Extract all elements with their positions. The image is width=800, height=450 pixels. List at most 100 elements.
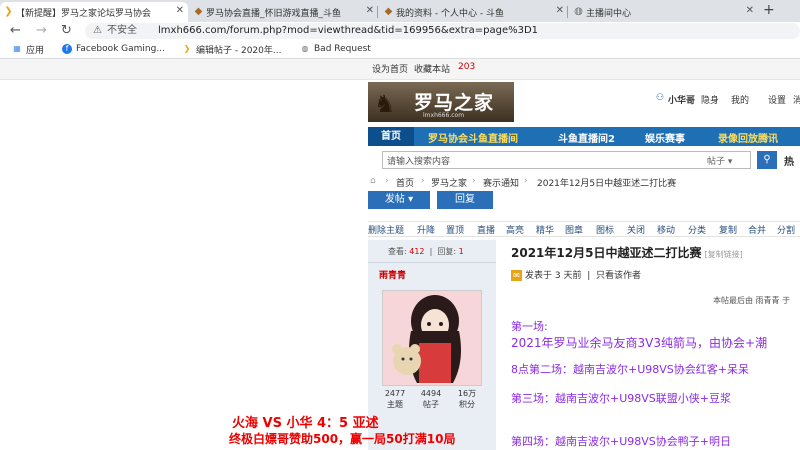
tab-title: 【新提醒】罗马之家论坛罗马协会 (16, 8, 152, 19)
tab-title: 罗马协会直播_怀旧游戏直播_斗鱼 (206, 8, 342, 19)
post-line: 第三场：越南吉波尔+U98VS联盟小侠+豆浆 (511, 392, 731, 405)
breadcrumb-forum[interactable]: 罗马之家 (431, 176, 467, 189)
horse-rider-icon: ♞ (374, 90, 396, 118)
search-input[interactable]: 请输入搜索内容 帖子 ▾ (382, 151, 751, 169)
mod-digest[interactable]: 精华 (536, 223, 554, 236)
address-row: ← → ↻ ⚠ 不安全 lmxh666.com/forum.php?mod=vi… (0, 22, 800, 40)
post-title: 2021年12月5日中越亚述二打比赛 [复制链接] (511, 246, 743, 260)
mod-category[interactable]: 分类 (688, 223, 706, 236)
breadcrumb-home[interactable]: 首页 (396, 176, 414, 189)
search-icon: ⚲ (763, 154, 771, 165)
game-icon: ◆ (194, 6, 203, 17)
stream-sponsor-overlay: 终极白嫖哥赞助500，赢一局50打满10局 (229, 432, 456, 446)
apps-icon: ▦ (13, 44, 21, 53)
post-icon: ✉ (511, 270, 522, 281)
reply-button[interactable]: 回复 (437, 191, 493, 209)
nav-douyu-live-2[interactable]: 斗鱼直播间2 (558, 130, 615, 145)
tab-forum[interactable]: ❯ 【新提醒】罗马之家论坛罗马协会 ✕ (0, 2, 188, 22)
tab-title: 主播间中心 (586, 8, 632, 19)
search-scope-select[interactable]: 帖子 ▾ (707, 154, 732, 167)
favorite-count: 203 (458, 62, 476, 72)
author-stat-topics[interactable]: 2477 主题 (380, 388, 410, 410)
mod-sticky[interactable]: 置顶 (446, 223, 464, 236)
home-icon[interactable]: ⌂ (370, 176, 376, 186)
mod-highlight[interactable]: 高亮 (506, 223, 524, 236)
url-text[interactable]: lmxh666.com/forum.php?mod=viewthread&tid… (158, 23, 538, 39)
hot-searches-label: 热 (784, 157, 794, 168)
mod-close[interactable]: 关闭 (627, 223, 645, 236)
main-nav: 首页 罗马协会斗鱼直播间 斗鱼直播间2 娱乐赛事 录像回放腾讯 (368, 127, 800, 146)
game-icon: ◆ (384, 6, 393, 17)
messages-link[interactable]: 消 (793, 93, 800, 106)
mod-bump[interactable]: 升降 (417, 223, 435, 236)
bookmark-apps[interactable]: ▦ 应用 (12, 40, 44, 58)
author-name[interactable]: 雨青青 (379, 268, 406, 281)
warning-icon[interactable]: ⚠ (93, 23, 102, 39)
nav-replays[interactable]: 录像回放腾讯 (718, 130, 778, 145)
mod-split[interactable]: 分割 (777, 223, 795, 236)
close-icon[interactable]: ✕ (556, 5, 564, 16)
mod-stamp[interactable]: 图章 (565, 223, 583, 236)
bookmark-edit-post[interactable]: ❯ 编辑帖子 - 2020年... (182, 40, 282, 58)
thread-stats: 查看: 412 | 回复: 1 (388, 247, 464, 256)
search-button[interactable]: ⚲ (757, 151, 777, 169)
tab-douyu-live[interactable]: ◆ 罗马协会直播_怀旧游戏直播_斗鱼 ✕ (190, 2, 378, 22)
browser-tab-bar: ❯ 【新提醒】罗马之家论坛罗马协会 ✕ ◆ 罗马协会直播_怀旧游戏直播_斗鱼 ✕… (0, 0, 800, 22)
bookmark-facebook-gaming[interactable]: f Facebook Gaming... (62, 40, 165, 58)
new-tab-button[interactable]: + (763, 2, 775, 18)
security-label[interactable]: 不安全 (107, 23, 137, 39)
close-icon[interactable]: ✕ (176, 5, 184, 16)
favorite-link[interactable]: 收藏本站 (414, 62, 450, 75)
close-icon[interactable]: ✕ (366, 5, 374, 16)
author-stat-posts[interactable]: 4494 帖子 (416, 388, 446, 410)
invisible-status[interactable]: 隐身 (701, 93, 719, 106)
mod-merge[interactable]: 合并 (748, 223, 766, 236)
post-line: 第一场: (511, 320, 548, 333)
set-home-link[interactable]: 设为首页 (372, 62, 408, 75)
new-post-button[interactable]: 发帖 ▾ (368, 191, 430, 209)
site-top-strip: 设为首页 收藏本站 203 (0, 59, 800, 80)
author-only-link[interactable]: 只看该作者 (596, 271, 641, 281)
forum-icon: ❯ (4, 6, 13, 17)
username-link[interactable]: 小华哥 (668, 93, 695, 106)
my-menu[interactable]: 我的 (731, 93, 749, 106)
mod-copy[interactable]: 复制 (719, 223, 737, 236)
mod-delete[interactable]: 删除主题 (368, 223, 404, 236)
breadcrumb-thread[interactable]: 2021年12月5日中越亚述二打比赛 (537, 176, 676, 189)
post-line: 第四场：越南吉波尔+U98VS协会鸭子+明日 (511, 435, 731, 448)
reload-icon[interactable]: ↻ (61, 22, 72, 40)
tab-profile[interactable]: ◆ 我的资料 - 个人中心 - 斗鱼 ✕ (380, 2, 568, 22)
nav-douyu-live[interactable]: 罗马协会斗鱼直播间 (428, 130, 518, 145)
mod-live[interactable]: 直播 (477, 223, 495, 236)
globe-icon: ◍ (574, 6, 583, 17)
mod-move[interactable]: 移动 (657, 223, 675, 236)
mod-icon[interactable]: 图标 (596, 223, 614, 236)
divider (368, 262, 496, 263)
moderation-bar: 删除主题 升降 置顶 直播 高亮 精华 图章 图标 关闭 移动 分类 复制 合并… (368, 221, 800, 237)
close-icon[interactable]: ✕ (746, 5, 754, 16)
edit-note: 本帖最后由 雨青青 于 (713, 296, 791, 305)
copy-link[interactable]: [复制链接] (704, 250, 742, 259)
post-meta: ✉ 发表于 3 天前 | 只看该作者 (511, 268, 641, 281)
post-time: 3 天前 (554, 271, 582, 281)
avatar[interactable] (382, 290, 482, 386)
tab-title: 我的资料 - 个人中心 - 斗鱼 (396, 8, 504, 19)
author-stat-points[interactable]: 16万 积分 (452, 388, 482, 410)
bookmarks-bar: ▦ 应用 f Facebook Gaming... ❯ 编辑帖子 - 2020年… (0, 40, 800, 59)
site-logo[interactable]: ♞ 罗马之家 lmxh666.com (368, 82, 514, 122)
settings-link[interactable]: 设置 (768, 93, 786, 106)
forum-icon: ❯ (183, 44, 191, 53)
facebook-icon: f (62, 44, 72, 54)
tab-streamer-center[interactable]: ◍ 主播间中心 ✕ (570, 2, 758, 22)
author-sidebar: 查看: 412 | 回复: 1 雨青青 2477 主题 4494 帖子 16万 积分 (368, 240, 496, 450)
nav-home[interactable]: 首页 (368, 127, 414, 146)
forward-icon[interactable]: → (36, 22, 47, 40)
breadcrumb-notices[interactable]: 赛示通知 (483, 176, 519, 189)
stream-score-overlay: 火海 VS 小华 4：5 亚述 (232, 416, 379, 431)
post-line: 2021年罗马业余马友商3V3纯箭马，由协会+潮 (511, 336, 768, 350)
nav-events[interactable]: 娱乐赛事 (645, 130, 685, 145)
back-icon[interactable]: ← (10, 22, 21, 40)
bookmark-bad-request[interactable]: ◍ Bad Request (300, 40, 371, 58)
address-bar[interactable]: ⚠ 不安全 lmxh666.com/forum.php?mod=viewthre… (85, 23, 800, 39)
globe-icon: ◍ (301, 44, 309, 53)
